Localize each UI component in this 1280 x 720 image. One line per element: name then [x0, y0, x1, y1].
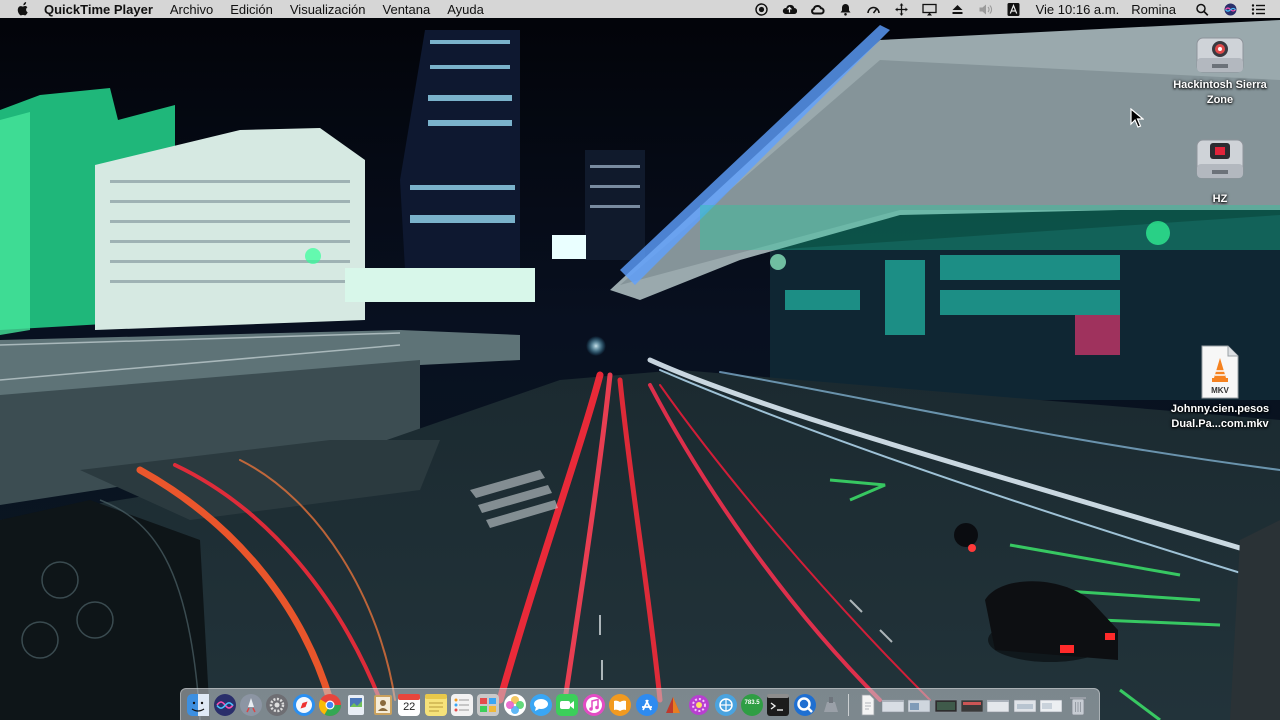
desktop-icon-hz[interactable]: HZ — [1160, 136, 1280, 207]
stats-readout: 783.5 — [744, 699, 760, 706]
window-thumbnail-3[interactable] — [934, 694, 957, 716]
desktop-icon-label: HZ — [1212, 193, 1228, 205]
contacts-icon[interactable] — [372, 694, 394, 716]
stats-app-icon[interactable]: 783.5 — [741, 693, 764, 716]
menu-bar-status-area: Vie 10:16 a.m. Romina — [748, 0, 1280, 18]
chrome-icon[interactable] — [319, 693, 342, 716]
spotlight-search-icon[interactable] — [1194, 2, 1210, 16]
safari-icon[interactable] — [292, 693, 315, 716]
window-thumbnail-7[interactable] — [1040, 694, 1063, 716]
desktop-icon-label: Johnny.cien.pesos — [1170, 403, 1270, 415]
window-thumbnail-4[interactable] — [961, 694, 984, 716]
preview-icon[interactable] — [345, 694, 367, 716]
usb-drive-icon — [1195, 136, 1245, 180]
vlc-file-icon: MKV — [1200, 344, 1240, 400]
system-preferences-icon[interactable] — [266, 693, 289, 716]
menu-ayuda[interactable]: Ayuda — [447, 2, 484, 17]
menu-edicion[interactable]: Edición — [230, 2, 273, 17]
notification-bell-icon[interactable] — [838, 2, 854, 16]
finder-icon[interactable] — [187, 693, 210, 716]
document-icon[interactable] — [856, 694, 878, 716]
eject-icon[interactable] — [950, 2, 966, 16]
facetime-icon[interactable] — [556, 693, 579, 716]
window-thumbnail-6[interactable] — [1013, 694, 1036, 716]
messages-icon[interactable] — [530, 693, 553, 716]
itunes-icon[interactable] — [582, 693, 605, 716]
app-menu-quicktime[interactable]: QuickTime Player — [44, 2, 153, 17]
menu-ventana[interactable]: Ventana — [383, 2, 431, 17]
launchpad-icon[interactable] — [239, 693, 262, 716]
volume-icon[interactable] — [978, 2, 994, 16]
utility-app-icon[interactable] — [820, 694, 842, 716]
ibooks-icon[interactable] — [609, 693, 632, 716]
menu-bar: QuickTime Player Archivo Edición Visuali… — [0, 0, 1280, 18]
trash-icon[interactable] — [1067, 694, 1089, 716]
calendar-date: 22 — [403, 700, 416, 713]
display-mirroring-icon[interactable] — [922, 2, 938, 16]
photos-icon[interactable] — [503, 693, 526, 716]
notification-center-icon[interactable] — [1250, 2, 1266, 16]
desktop-icon-hackintosh-sierra-zone[interactable]: Hackintosh Sierra Zone — [1160, 30, 1280, 108]
desktop-icon-label: Hackintosh Sierra — [1173, 79, 1267, 91]
network-app-icon[interactable] — [714, 693, 737, 716]
desktop-icon-label: Dual.Pa...com.mkv — [1171, 418, 1269, 430]
siri-icon[interactable] — [213, 693, 236, 716]
menu-bar-clock[interactable]: Vie 10:16 a.m. — [1036, 2, 1120, 17]
dock-separator — [848, 693, 850, 716]
input-source-icon[interactable] — [1006, 2, 1022, 16]
apple-menu-icon[interactable] — [16, 2, 30, 16]
menu-visualizacion[interactable]: Visualización — [290, 2, 366, 17]
speedometer-icon[interactable] — [866, 2, 882, 16]
quicktime-icon[interactable] — [793, 693, 816, 716]
dock: 22 783.5 — [180, 688, 1100, 720]
siri-icon[interactable] — [1222, 2, 1238, 16]
usb-drive-icon — [1195, 30, 1245, 74]
photo-booth-icon[interactable] — [477, 693, 500, 716]
desktop-icon-mkv-file[interactable]: MKV Johnny.cien.pesos Dual.Pa...com.mkv — [1160, 344, 1280, 432]
filezilla-icon[interactable] — [662, 694, 684, 716]
window-thumbnail-5[interactable] — [987, 694, 1010, 716]
terminal-icon[interactable] — [767, 693, 790, 716]
window-thumbnail-2[interactable] — [908, 694, 931, 716]
mouse-cursor-icon — [1130, 108, 1144, 128]
cloud-upload-icon[interactable] — [782, 2, 798, 16]
app-store-icon[interactable] — [635, 693, 658, 716]
desktop-icon-label: Zone — [1206, 94, 1234, 106]
notes-icon[interactable] — [424, 693, 447, 716]
city-night-photo — [0, 0, 1280, 720]
record-icon[interactable] — [754, 2, 770, 16]
creative-cloud-icon[interactable] — [810, 2, 826, 16]
menu-archivo[interactable]: Archivo — [170, 2, 213, 17]
desktop-wallpaper — [0, 0, 1280, 720]
file-type-badge: MKV — [1211, 386, 1229, 395]
reminders-icon[interactable] — [450, 693, 473, 716]
fast-user-switching[interactable]: Romina — [1131, 2, 1176, 17]
flower-app-icon[interactable] — [688, 694, 710, 716]
move-icon[interactable] — [894, 2, 910, 16]
window-thumbnail-1[interactable] — [881, 694, 904, 716]
calendar-icon[interactable]: 22 — [398, 693, 421, 716]
